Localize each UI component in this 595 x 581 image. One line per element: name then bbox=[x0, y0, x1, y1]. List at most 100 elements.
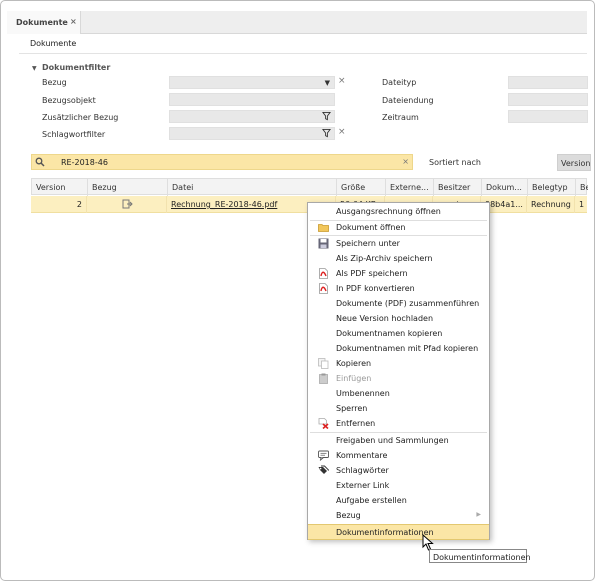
menu-item-label: Aufgabe erstellen bbox=[336, 496, 407, 505]
menu-item-dokument-oeffnen[interactable]: Dokument öffnen bbox=[308, 220, 489, 235]
menu-item-sperren[interactable]: Sperren bbox=[308, 401, 489, 416]
page-title: Dokumente bbox=[30, 39, 77, 48]
cell-bezug bbox=[87, 196, 167, 213]
folder-icon bbox=[318, 224, 329, 232]
filter-section-title: Dokumentfilter bbox=[42, 63, 111, 72]
filter-label-dateityp: Dateityp bbox=[382, 78, 417, 87]
context-menu: Ausgangsrechnung öffnen Dokument öffnen … bbox=[307, 202, 490, 540]
tooltip: Dokumentinformationen bbox=[429, 549, 531, 563]
bezugsobjekt-field[interactable] bbox=[169, 93, 335, 106]
menu-item-dokumentnamen-kopieren[interactable]: Dokumentnamen kopieren bbox=[308, 326, 489, 341]
filter-funnel-icon[interactable] bbox=[322, 128, 331, 138]
submenu-arrow-icon: ▶ bbox=[476, 511, 481, 518]
menu-item-label: Schlagwörter bbox=[336, 466, 389, 475]
menu-item-label: Dokumentnamen kopieren bbox=[336, 329, 443, 338]
collapse-triangle-icon: ▼ bbox=[32, 65, 37, 72]
filter-label-zusaetzlicher-bezug: Zusätzlicher Bezug bbox=[42, 113, 119, 122]
menu-item-label: Sperren bbox=[336, 404, 368, 413]
column-header-besitzer[interactable]: Besitzer bbox=[434, 179, 482, 196]
menu-item-label: Speichern unter bbox=[336, 239, 400, 248]
copy-icon bbox=[318, 358, 329, 369]
sort-select[interactable]: Versions bbox=[557, 154, 591, 171]
search-input[interactable]: RE-2018-46 × bbox=[31, 154, 413, 170]
menu-item-kommentare[interactable]: Kommentare bbox=[308, 448, 489, 463]
menu-item-label: Als Zip-Archiv speichern bbox=[336, 254, 433, 263]
menu-item-freigaben-und-sammlungen[interactable]: Freigaben und Sammlungen bbox=[308, 433, 489, 448]
menu-item-in-pdf-konvertieren[interactable]: In PDF konvertieren bbox=[308, 281, 489, 296]
search-clear-icon[interactable]: × bbox=[402, 157, 409, 166]
column-header-belegtyp[interactable]: Belegtyp bbox=[528, 179, 576, 196]
menu-item-label: Umbenennen bbox=[336, 389, 390, 398]
pdf-icon bbox=[319, 283, 328, 294]
tab-label: Dokumente bbox=[16, 18, 68, 27]
menu-item-als-zip-archiv-speichern[interactable]: Als Zip-Archiv speichern bbox=[308, 251, 489, 266]
menu-item-einfuegen: Einfügen bbox=[308, 371, 489, 386]
menu-item-entfernen[interactable]: Entfernen bbox=[308, 416, 489, 431]
filter-label-dateiendung: Dateiendung bbox=[382, 96, 434, 105]
column-header-externe[interactable]: Externe... bbox=[386, 179, 434, 196]
search-value: RE-2018-46 bbox=[61, 158, 108, 167]
dateityp-field[interactable] bbox=[508, 76, 588, 89]
search-icon bbox=[35, 157, 45, 167]
menu-item-label: Als PDF speichern bbox=[336, 269, 408, 278]
menu-item-label: Dokumente (PDF) zusammenführen bbox=[336, 299, 480, 308]
column-header-datei[interactable]: Datei bbox=[168, 179, 337, 196]
delete-icon bbox=[318, 418, 329, 429]
link-arrow-icon[interactable] bbox=[122, 199, 133, 209]
menu-item-label: Externer Link bbox=[336, 481, 390, 490]
comment-icon bbox=[318, 450, 329, 461]
paste-icon bbox=[319, 373, 328, 384]
sort-label: Sortiert nach bbox=[429, 158, 481, 167]
tag-icon bbox=[318, 465, 329, 474]
menu-item-label: Freigaben und Sammlungen bbox=[336, 436, 449, 445]
menu-item-aufgabe-erstellen[interactable]: Aufgabe erstellen bbox=[308, 493, 489, 508]
tab-dokumente[interactable]: Dokumente × bbox=[7, 11, 81, 34]
bezug-clear-icon[interactable]: × bbox=[338, 76, 346, 86]
menu-item-bezug[interactable]: Bezug ▶ bbox=[308, 508, 489, 523]
menu-item-kopieren[interactable]: Kopieren bbox=[308, 356, 489, 371]
filter-label-schlagwortfilter: Schlagwortfilter bbox=[42, 130, 106, 139]
bezug-dropdown[interactable]: ▼ bbox=[169, 76, 335, 89]
menu-item-schlagwoerter[interactable]: Schlagwörter bbox=[308, 463, 489, 478]
menu-item-speichern-unter[interactable]: Speichern unter bbox=[308, 236, 489, 251]
menu-item-label: Entfernen bbox=[336, 419, 376, 428]
menu-item-label: Neue Version hochladen bbox=[336, 314, 434, 323]
tab-close-icon[interactable]: × bbox=[70, 17, 77, 26]
menu-item-label: Dokumentnamen mit Pfad kopieren bbox=[336, 344, 479, 353]
zusaetzlicher-bezug-field[interactable] bbox=[169, 110, 335, 123]
column-header-groesse[interactable]: Größe bbox=[337, 179, 386, 196]
menu-item-neue-version-hochladen[interactable]: Neue Version hochladen bbox=[308, 311, 489, 326]
menu-item-als-pdf-speichern[interactable]: Als PDF speichern bbox=[308, 266, 489, 281]
save-icon bbox=[318, 238, 329, 249]
menu-item-label: Bezug bbox=[336, 511, 361, 520]
column-header-bezug[interactable]: Bezug bbox=[88, 179, 168, 196]
chevron-down-icon: ▼ bbox=[324, 79, 330, 87]
column-header-be[interactable]: Be bbox=[576, 179, 588, 196]
zeitraum-field[interactable] bbox=[508, 110, 588, 123]
menu-item-dokumente-zusammenfuehren[interactable]: Dokumente (PDF) zusammenführen bbox=[308, 296, 489, 311]
menu-item-dokumentnamen-mit-pfad-kopieren[interactable]: Dokumentnamen mit Pfad kopieren bbox=[308, 341, 489, 356]
menu-item-ausgangsrechnung-oeffnen[interactable]: Ausgangsrechnung öffnen bbox=[308, 204, 489, 219]
filter-section-toggle[interactable]: ▼ Dokumentfilter bbox=[32, 63, 110, 72]
tab-bar: Dokumente × bbox=[7, 11, 587, 34]
schlagwortfilter-field[interactable] bbox=[169, 127, 335, 140]
pdf-icon bbox=[319, 268, 328, 279]
column-header-dokument[interactable]: Dokum... bbox=[482, 179, 528, 196]
column-header-version[interactable]: Version bbox=[32, 179, 88, 196]
filter-label-bezugsobjekt: Bezugsobjekt bbox=[42, 96, 96, 105]
menu-item-label: Dokument öffnen bbox=[336, 223, 406, 232]
menu-item-externer-link[interactable]: Externer Link bbox=[308, 478, 489, 493]
app-window: Dokumente × Dokumente ▼ Dokumentfilter B… bbox=[0, 0, 595, 581]
cell-version: 2 bbox=[31, 196, 87, 213]
divider bbox=[19, 53, 587, 54]
filter-funnel-icon[interactable] bbox=[322, 111, 331, 121]
dateiendung-field[interactable] bbox=[508, 93, 588, 106]
schlagwortfilter-clear-icon[interactable]: × bbox=[338, 127, 346, 137]
menu-item-label: Ausgangsrechnung öffnen bbox=[336, 207, 441, 216]
menu-item-label: Dokumentinformationen bbox=[336, 528, 434, 537]
menu-item-umbenennen[interactable]: Umbenennen bbox=[308, 386, 489, 401]
filter-label-bezug: Bezug bbox=[42, 78, 67, 87]
menu-item-label: Kopieren bbox=[336, 359, 372, 368]
menu-item-label: Kommentare bbox=[336, 451, 388, 460]
menu-item-dokumentinformationen[interactable]: Dokumentinformationen bbox=[308, 524, 489, 540]
